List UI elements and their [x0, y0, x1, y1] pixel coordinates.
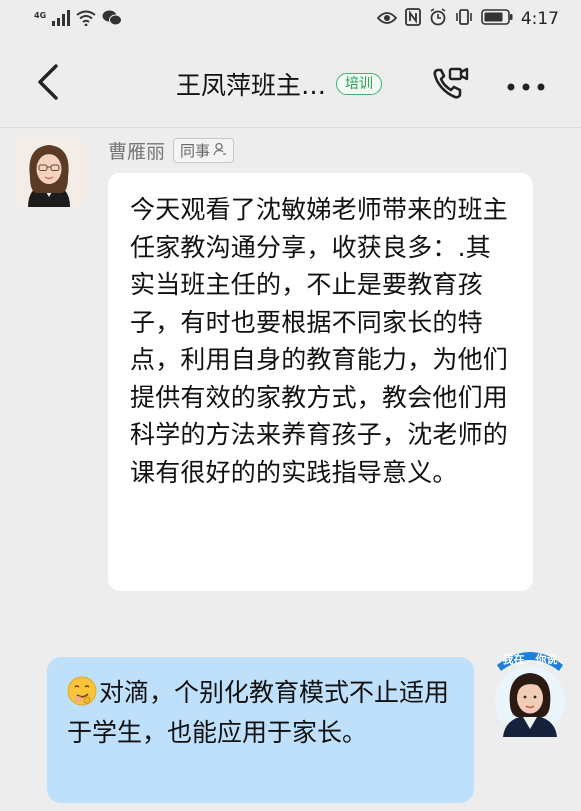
colleague-tag: 同事 — [173, 138, 235, 163]
back-arrow-icon — [37, 64, 59, 104]
my-avatar[interactable]: 我在，你说 — [493, 641, 567, 741]
battery-icon — [481, 9, 513, 29]
title-group: 王凤萍班主… 培训 — [176, 66, 383, 102]
nfc-icon — [404, 8, 421, 30]
vibrate-icon — [455, 8, 473, 30]
smirk-face-emoji — [67, 676, 97, 706]
message-text: 今天观看了沈敏娣老师带来的班主任家教沟通分享，收获良多：.其实当班主任的，不止是… — [130, 195, 509, 487]
status-left-icons: 4G — [34, 10, 123, 30]
network-type-label: 4G — [34, 10, 47, 20]
chat-header: 王凤萍班主… 培训 — [0, 40, 581, 128]
wechat-icon — [102, 10, 123, 30]
svg-text:我在，你说: 我在，你说 — [503, 652, 558, 666]
message-text-sent: 对滴，个别化教育模式不止适用于学生，也能应用于家长。 — [67, 673, 456, 753]
message-bubble-received[interactable]: 今天观看了沈敏娣老师带来的班主任家教沟通分享，收获良多：.其实当班主任的，不止是… — [108, 173, 533, 591]
status-time: 4:17 — [520, 9, 559, 29]
alarm-icon — [429, 8, 447, 30]
training-badge: 培训 — [336, 73, 383, 95]
message-text-sent-body: 对滴，个别化教育模式不止适用于学生，也能应用于家长。 — [67, 678, 450, 747]
more-options-button[interactable] — [504, 66, 548, 106]
sender-name: 曹雁丽 — [108, 141, 166, 163]
status-right-icons: 4:17 — [376, 8, 559, 30]
voice-video-call-icon — [430, 64, 470, 108]
chat-title[interactable]: 王凤萍班主… — [176, 66, 326, 102]
person-icon — [213, 142, 227, 160]
voice-video-call-button[interactable] — [428, 64, 472, 108]
more-dots-icon — [506, 77, 546, 96]
signal-icon — [52, 10, 71, 30]
eye-icon — [376, 10, 398, 29]
colleague-tag-label: 同事 — [180, 142, 211, 160]
sender-avatar[interactable] — [14, 137, 84, 207]
wifi-icon — [76, 10, 96, 30]
sender-info: 曹雁丽 同事 — [108, 137, 235, 164]
message-list[interactable]: 曹雁丽 同事 今天观看了沈敏娣老师带来的班主任家教沟通分享，收获良多：.其实当班… — [0, 129, 581, 811]
status-bar: 4G 4:17 — [0, 0, 581, 40]
back-button[interactable] — [28, 64, 68, 104]
message-bubble-sent[interactable]: 对滴，个别化教育模式不止适用于学生，也能应用于家长。 — [47, 657, 474, 803]
